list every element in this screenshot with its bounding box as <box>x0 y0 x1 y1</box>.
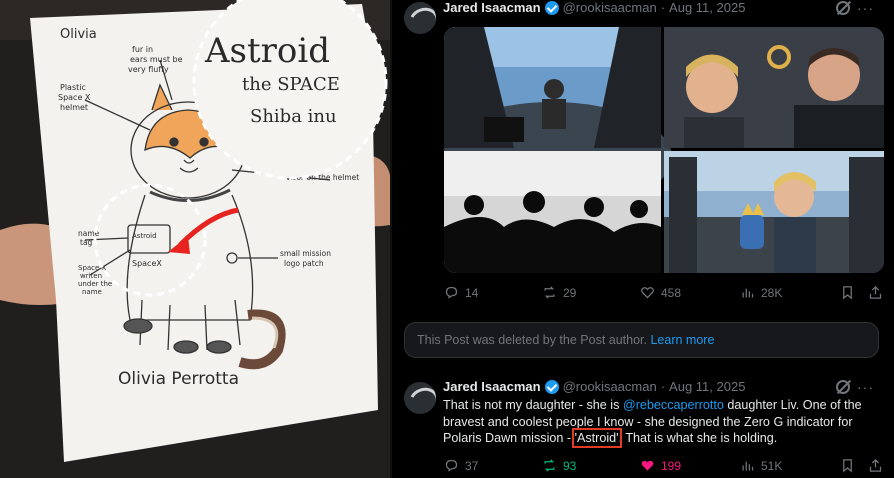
title-line-2: the SPACE <box>242 74 340 95</box>
repost-button[interactable]: 29 <box>542 285 576 300</box>
bookmark-icon <box>843 286 852 300</box>
mention-link[interactable]: @rebeccaperrotto <box>623 398 724 412</box>
author-name[interactable]: Jared Isaacman <box>443 0 541 15</box>
post2-actions: 37 93 199 51K <box>444 458 884 478</box>
post1-actions: 14 29 458 28K <box>444 285 884 305</box>
share-button[interactable] <box>868 285 883 300</box>
drawing-illustration: fur in ears must be very fluffy Plastic Spa… <box>0 0 390 478</box>
avatar[interactable] <box>404 2 436 34</box>
media-girl-in-jet[interactable] <box>664 151 884 273</box>
name-tag-text: Astroid <box>132 232 157 240</box>
reply-button[interactable]: 14 <box>444 285 478 300</box>
separator-dot: · <box>660 379 666 394</box>
repost-count: 93 <box>563 458 577 473</box>
post2-text-a: That is not my daughter - she is <box>443 398 623 412</box>
view-count: 28K <box>761 285 783 300</box>
post-date[interactable]: Aug 11, 2025 <box>669 0 745 15</box>
highlighted-astroid: 'Astroid' <box>571 428 622 449</box>
media-selfie[interactable] <box>664 27 884 148</box>
reply-count: 14 <box>465 285 479 300</box>
post-date[interactable]: Aug 11, 2025 <box>669 379 745 394</box>
view-count: 51K <box>761 458 783 473</box>
like-button[interactable]: 458 <box>640 285 681 300</box>
like-count: 458 <box>661 285 682 300</box>
post1-header: Jared Isaacman @rookisaacman · Aug 11, 2… <box>443 0 745 15</box>
share-icon <box>869 458 882 472</box>
verified-badge-icon <box>544 379 559 394</box>
grok-icon[interactable] <box>836 380 850 394</box>
repost-button[interactable]: 93 <box>542 458 576 473</box>
deleted-notice-text: This Post was deleted by the Post author… <box>417 333 647 347</box>
more-options-icon[interactable]: ··· <box>857 379 874 395</box>
author-handle[interactable]: @rookisaacman <box>563 0 657 15</box>
views-button[interactable]: 51K <box>740 458 782 473</box>
faint-name: Olivia <box>60 27 97 42</box>
title-line-1: Astroid <box>204 31 330 71</box>
views-button[interactable]: 28K <box>740 285 782 300</box>
repost-count: 29 <box>563 285 577 300</box>
avatar[interactable] <box>404 382 436 414</box>
repost-icon <box>544 286 555 299</box>
separator-dot: · <box>660 0 666 15</box>
author-handle[interactable]: @rookisaacman <box>563 379 657 394</box>
heart-icon <box>641 287 654 299</box>
learn-more-link[interactable]: Learn more <box>650 333 714 347</box>
bookmark-button[interactable] <box>840 458 855 473</box>
note-patch: small mission logo patch <box>280 249 331 268</box>
signature: Olivia Perrotta <box>118 369 239 389</box>
post2-header: Jared Isaacman @rookisaacman · Aug 11, 2… <box>443 379 745 394</box>
share-button[interactable] <box>868 458 883 473</box>
like-count: 199 <box>661 458 682 473</box>
heart-icon <box>641 460 654 471</box>
reply-icon <box>445 286 458 299</box>
reply-icon <box>445 459 458 472</box>
media-grid[interactable] <box>444 27 884 273</box>
name-tag-brand: SpaceX <box>132 259 162 268</box>
post2-text-c: . That is what she is holding. <box>618 431 778 446</box>
more-options-icon[interactable]: ··· <box>857 0 874 16</box>
bookmark-button[interactable] <box>840 285 855 300</box>
share-icon <box>869 285 882 299</box>
verified-badge-icon <box>544 0 559 15</box>
post2-text: That is not my daughter - she is @rebecc… <box>443 397 883 449</box>
repost-icon <box>544 459 555 472</box>
drawing-photo: fur in ears must be very fluffy Plastic Spa… <box>0 0 390 478</box>
reply-button[interactable]: 37 <box>444 458 478 473</box>
reply-count: 37 <box>465 458 479 473</box>
media-silhouettes[interactable] <box>444 151 661 273</box>
deleted-post-notice: This Post was deleted by the Post author… <box>404 322 879 358</box>
bookmark-icon <box>843 459 852 473</box>
grok-icon[interactable] <box>836 1 850 15</box>
like-button[interactable]: 199 <box>640 458 681 473</box>
author-name[interactable]: Jared Isaacman <box>443 379 541 394</box>
views-icon <box>742 288 754 298</box>
views-icon <box>742 461 754 471</box>
title-line-3: Shiba inu <box>250 106 337 127</box>
